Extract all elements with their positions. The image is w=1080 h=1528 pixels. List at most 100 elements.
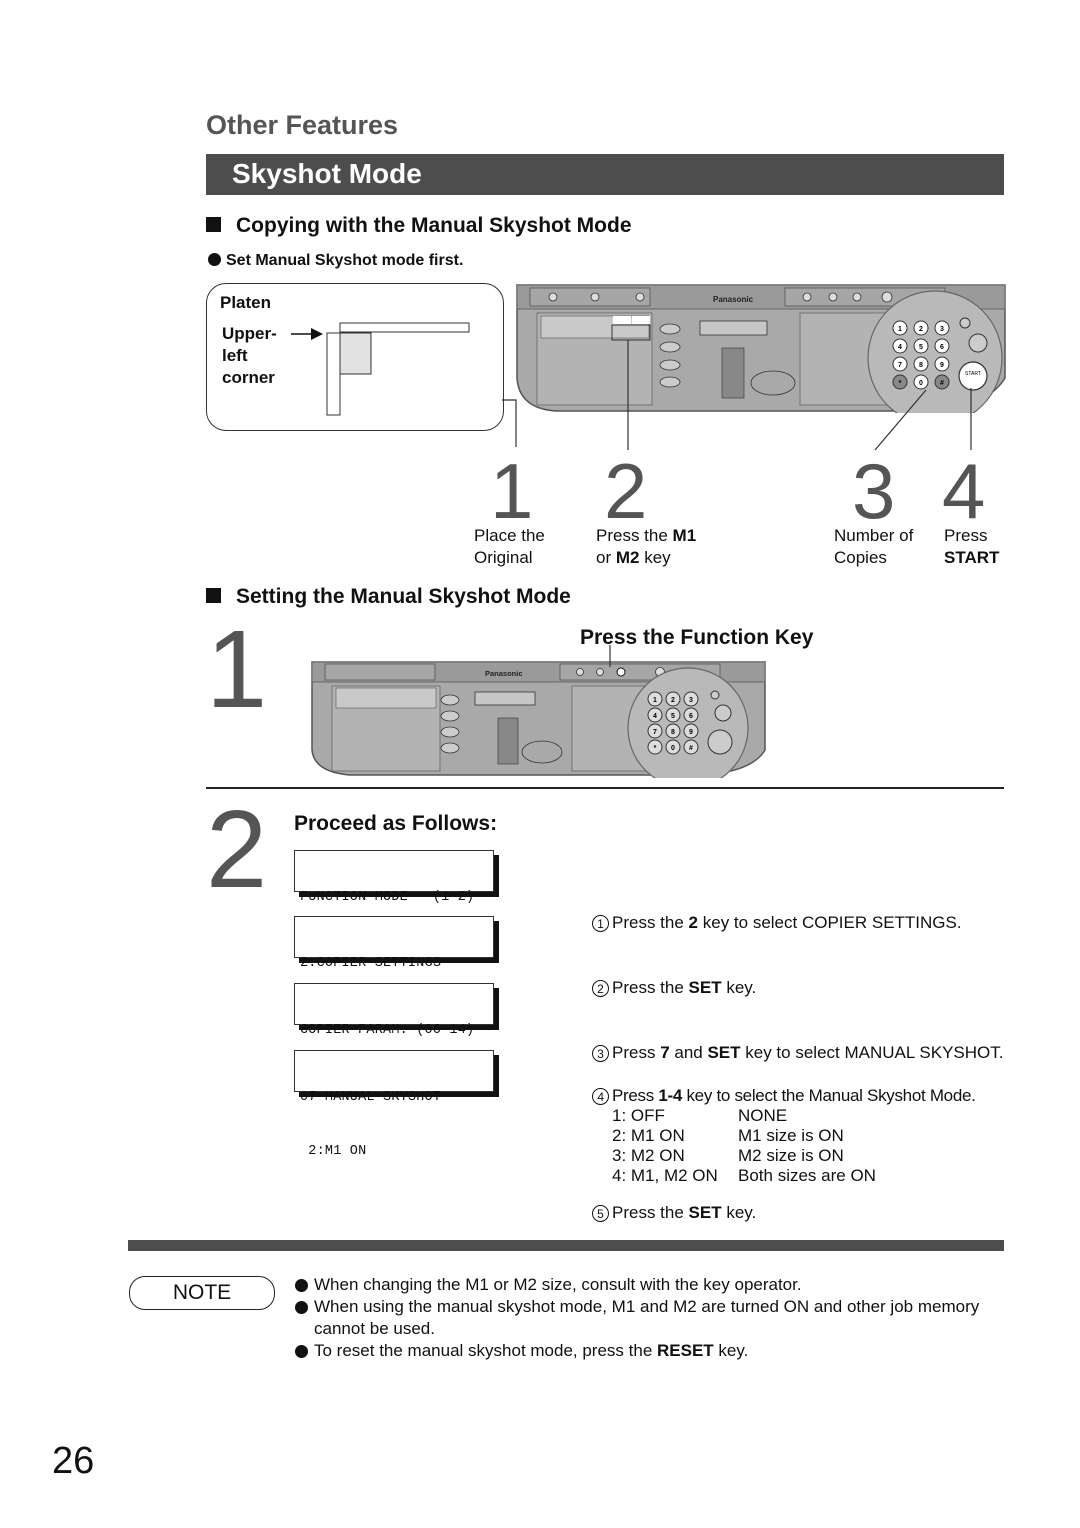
m1-key	[613, 316, 631, 324]
setting-heading-text: Setting the Manual Skyshot Mode	[236, 585, 571, 608]
caption-text: key	[639, 548, 671, 567]
svg-text:#: #	[689, 745, 693, 752]
note-divider	[128, 1240, 1004, 1251]
lcd-line: 07 MANUAL SKYSHOT	[300, 1090, 442, 1105]
copy-step-4-caption: Press START	[944, 525, 999, 569]
setting-step-2-number: 2	[206, 788, 268, 911]
caption-text: or	[596, 548, 616, 567]
option-row: 3: M2 ON M2 size is ON	[612, 1146, 876, 1166]
copy-step-3-number: 3	[852, 447, 896, 535]
instr-text: Press	[612, 1086, 659, 1105]
original-document	[339, 332, 372, 375]
svg-text:9: 9	[689, 729, 693, 736]
panel-leader-lines	[627, 340, 972, 451]
note-label: NOTE	[129, 1276, 275, 1310]
caption-line: Press	[944, 526, 988, 545]
instr-text: key.	[721, 978, 757, 997]
lcd-line: FUNCTION MODE (1-2)	[300, 890, 475, 905]
instr-text: and	[669, 1043, 708, 1062]
caption-line: Number of	[834, 526, 914, 545]
lcd-line: 2:COPIER SETTINGS	[300, 956, 442, 971]
lcd-line: 2:M1 ON	[300, 1144, 367, 1159]
instr-key: 7	[660, 1043, 670, 1062]
svg-text:1: 1	[653, 697, 657, 704]
bullet-icon	[295, 1301, 308, 1314]
platen-top-guide	[339, 322, 470, 333]
svg-text:4: 4	[653, 713, 657, 720]
copy-step-1-caption: Place the Original	[474, 525, 545, 569]
platen-diagram	[291, 322, 470, 416]
page-number: 26	[52, 1440, 95, 1482]
instr-text: key to select MANUAL SKYSHOT.	[740, 1043, 1004, 1062]
copy-step-2-caption: Press the M1 or M2 key	[596, 525, 696, 569]
instr-key: SET	[688, 978, 722, 997]
note-text: key.	[713, 1341, 749, 1360]
press-function-key-caption: Press the Function Key	[580, 626, 814, 649]
platen-callout: Platen Upper- left corner	[206, 283, 504, 431]
svg-text:2: 2	[671, 697, 675, 704]
instr-key: SET	[688, 1203, 722, 1222]
arrow-right-icon	[311, 328, 323, 340]
instr-key: 1-4	[658, 1086, 683, 1105]
option-desc: M1 size is ON	[738, 1126, 844, 1145]
instr-text: key to select the Manual Skyshot Mode.	[682, 1086, 976, 1105]
control-panel-function-illustration: Panasonic 1 2 3 4 5 6 7 8 9 * 0 #	[311, 661, 766, 778]
caption-line: Copies	[834, 548, 887, 567]
instr-text: key to select COPIER SETTINGS.	[698, 913, 962, 932]
instruction-5: 5 Press the SET key.	[592, 1203, 756, 1223]
option-desc: NONE	[738, 1106, 788, 1125]
page-title: Skyshot Mode	[232, 158, 422, 189]
section-divider	[206, 787, 1004, 789]
m2-key-label: M2	[615, 548, 640, 567]
prereq-text: Set Manual Skyshot mode first.	[226, 252, 464, 269]
copy-step-3-caption: Number of Copies	[834, 525, 913, 569]
option-desc: Both sizes are ON	[738, 1166, 876, 1185]
circled-number-icon: 1	[592, 915, 609, 932]
lcd-line: COPIER PARAM. (00-14)	[300, 1023, 475, 1038]
instr-text: key.	[721, 1203, 757, 1222]
option-desc: M2 size is ON	[738, 1146, 844, 1165]
lcd-display-copier-param: COPIER PARAM. (00-14) ENTER NO. OR ∨ ∧	[294, 983, 494, 1092]
svg-text:*: *	[654, 745, 657, 752]
prereq-note: Set Manual Skyshot mode first.	[208, 252, 463, 270]
option-key: 4: M1, M2 ON	[612, 1166, 718, 1185]
option-key: 1: OFF	[612, 1106, 665, 1125]
function-key-leader	[609, 645, 611, 667]
option-row: 2: M1 ON M1 size is ON	[612, 1126, 876, 1146]
instruction-4: 4 Press 1-4 key to select the Manual Skys…	[592, 1086, 976, 1106]
instr-text: Press the	[612, 1203, 689, 1222]
lcd-display-function-mode: FUNCTION MODE (1-2) ENTER NO. OR ∨ ∧	[294, 850, 494, 959]
m1-key-label: M1	[672, 526, 697, 545]
bullet-icon	[295, 1345, 308, 1358]
proceed-caption: Proceed as Follows:	[294, 812, 498, 835]
square-bullet-icon	[206, 588, 221, 603]
circled-number-icon: 2	[592, 980, 609, 997]
svg-text:Panasonic: Panasonic	[485, 669, 523, 678]
bullet-icon	[295, 1279, 308, 1292]
circled-number-icon: 5	[592, 1205, 609, 1222]
setting-step-1-number: 1	[206, 608, 268, 731]
svg-text:7: 7	[653, 729, 657, 736]
instruction-1: 1 Press the 2 key to select COPIER SETTIN…	[592, 913, 962, 933]
instr-key: SET	[707, 1043, 741, 1062]
circled-number-icon: 3	[592, 1045, 609, 1062]
circled-number-icon: 4	[592, 1088, 609, 1105]
caption-line: Original	[474, 548, 533, 567]
option-row: 4: M1, M2 ON Both sizes are ON	[612, 1166, 876, 1186]
svg-text:3: 3	[689, 697, 693, 704]
instruction-3: 3 Press 7 and SET key to select MANUAL SK…	[592, 1043, 1003, 1063]
function-key	[852, 292, 862, 302]
copy-step-1-number: 1	[490, 447, 534, 535]
caption-line: Place the	[474, 526, 545, 545]
copying-heading: Copying with the Manual Skyshot Mode	[206, 214, 632, 238]
copying-heading-text: Copying with the Manual Skyshot Mode	[236, 214, 632, 237]
note-item: To reset the manual skyshot mode, press …	[295, 1340, 995, 1362]
note-item: When changing the M1 or M2 size, consult…	[295, 1274, 995, 1296]
page-title-bar: Skyshot Mode	[206, 154, 1004, 195]
note-text: To reset the manual skyshot mode, press …	[314, 1341, 658, 1360]
panel-brand: Panasonic	[713, 295, 754, 304]
instr-key: 2	[688, 913, 699, 932]
instr-text: Press the	[612, 978, 689, 997]
bullet-icon	[208, 253, 221, 266]
setting-heading: Setting the Manual Skyshot Mode	[206, 585, 571, 609]
